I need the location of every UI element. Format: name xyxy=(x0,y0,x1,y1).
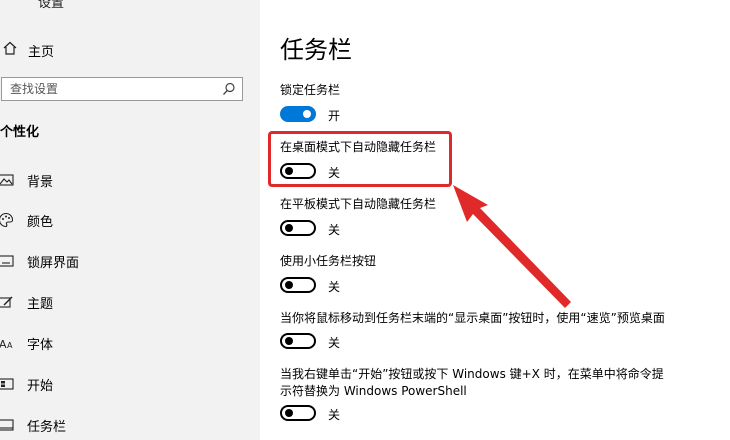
sidebar: 设置 主页 个性化 背景 颜色 锁屏界面 主题 xyxy=(0,0,260,440)
sidebar-item-label: 背景 xyxy=(27,174,54,190)
sidebar-item-background[interactable]: 背景 xyxy=(0,169,53,191)
sidebar-item-themes[interactable]: 主题 xyxy=(0,291,53,313)
sidebar-item-label: 锁屏界面 xyxy=(27,255,80,271)
toggle-lock-taskbar[interactable] xyxy=(280,106,316,122)
toggle-knob xyxy=(285,337,293,345)
toggle-state-text: 关 xyxy=(328,336,341,350)
sidebar-item-start[interactable]: 开始 xyxy=(0,373,53,395)
lock-screen-icon xyxy=(0,253,14,269)
toggle-knob xyxy=(285,409,293,417)
setting-label-small-buttons: 使用小任务栏按钮 xyxy=(280,254,377,268)
sidebar-item-lock-screen[interactable]: 锁屏界面 xyxy=(0,250,79,272)
toggle-state-text: 关 xyxy=(328,166,341,180)
svg-text:A: A xyxy=(7,341,13,350)
toggle-powershell[interactable] xyxy=(280,405,316,421)
toggle-knob xyxy=(285,167,293,175)
page-title: 任务栏 xyxy=(280,36,352,64)
sidebar-item-label: 主页 xyxy=(28,44,55,60)
sidebar-item-label: 开始 xyxy=(27,378,54,394)
toggle-state-text: 关 xyxy=(328,223,341,237)
setting-label-autohide-tablet: 在平板模式下自动隐藏任务栏 xyxy=(280,197,437,211)
section-title: 个性化 xyxy=(0,125,40,140)
search-box[interactable] xyxy=(1,77,243,101)
toggle-knob xyxy=(303,110,311,118)
toggle-state-text: 关 xyxy=(328,408,341,422)
theme-brush-icon xyxy=(0,294,14,310)
toggle-autohide-tablet[interactable] xyxy=(280,220,316,236)
svg-text:A: A xyxy=(0,338,7,351)
toggle-autohide-desktop[interactable] xyxy=(280,163,316,179)
palette-icon xyxy=(0,212,14,228)
start-grid-icon xyxy=(0,376,14,392)
window-title: 设置 xyxy=(38,0,65,11)
toggle-small-buttons[interactable] xyxy=(280,277,316,293)
toggle-state-text: 开 xyxy=(328,109,341,123)
sidebar-item-home[interactable]: 主页 xyxy=(0,40,54,60)
sidebar-item-label: 颜色 xyxy=(27,214,54,230)
setting-label-powershell-line2: 示符替换为 Windows PowerShell xyxy=(280,384,467,398)
sidebar-item-label: 字体 xyxy=(27,337,54,353)
sidebar-item-taskbar[interactable]: 任务栏 xyxy=(0,414,66,436)
toggle-knob xyxy=(285,281,293,289)
search-icon[interactable] xyxy=(220,80,238,98)
home-icon xyxy=(2,40,18,60)
font-icon: AA xyxy=(0,335,14,351)
sidebar-item-fonts[interactable]: AA 字体 xyxy=(0,332,53,354)
toggle-knob xyxy=(285,224,293,232)
setting-label-powershell-line1: 当我右键单击“开始”按钮或按下 Windows 键+X 时，在菜单中将命令提 xyxy=(280,367,664,381)
toggle-state-text: 关 xyxy=(328,280,341,294)
setting-label-autohide-desktop: 在桌面模式下自动隐藏任务栏 xyxy=(280,140,437,154)
sidebar-item-label: 主题 xyxy=(27,296,54,312)
toggle-peek[interactable] xyxy=(280,333,316,349)
setting-label-peek: 当你将鼠标移动到任务栏末端的“显示桌面”按钮时，使用“速览”预览桌面 xyxy=(280,311,665,325)
search-input[interactable] xyxy=(2,81,220,97)
setting-label-lock-taskbar: 锁定任务栏 xyxy=(280,83,341,97)
main-content: 任务栏 锁定任务栏 开 在桌面模式下自动隐藏任务栏 关 在平板模式下自动隐藏任务… xyxy=(260,0,730,440)
sidebar-item-colors[interactable]: 颜色 xyxy=(0,209,53,231)
sidebar-item-label: 任务栏 xyxy=(27,419,67,435)
image-icon xyxy=(0,172,14,188)
taskbar-icon xyxy=(0,417,14,433)
